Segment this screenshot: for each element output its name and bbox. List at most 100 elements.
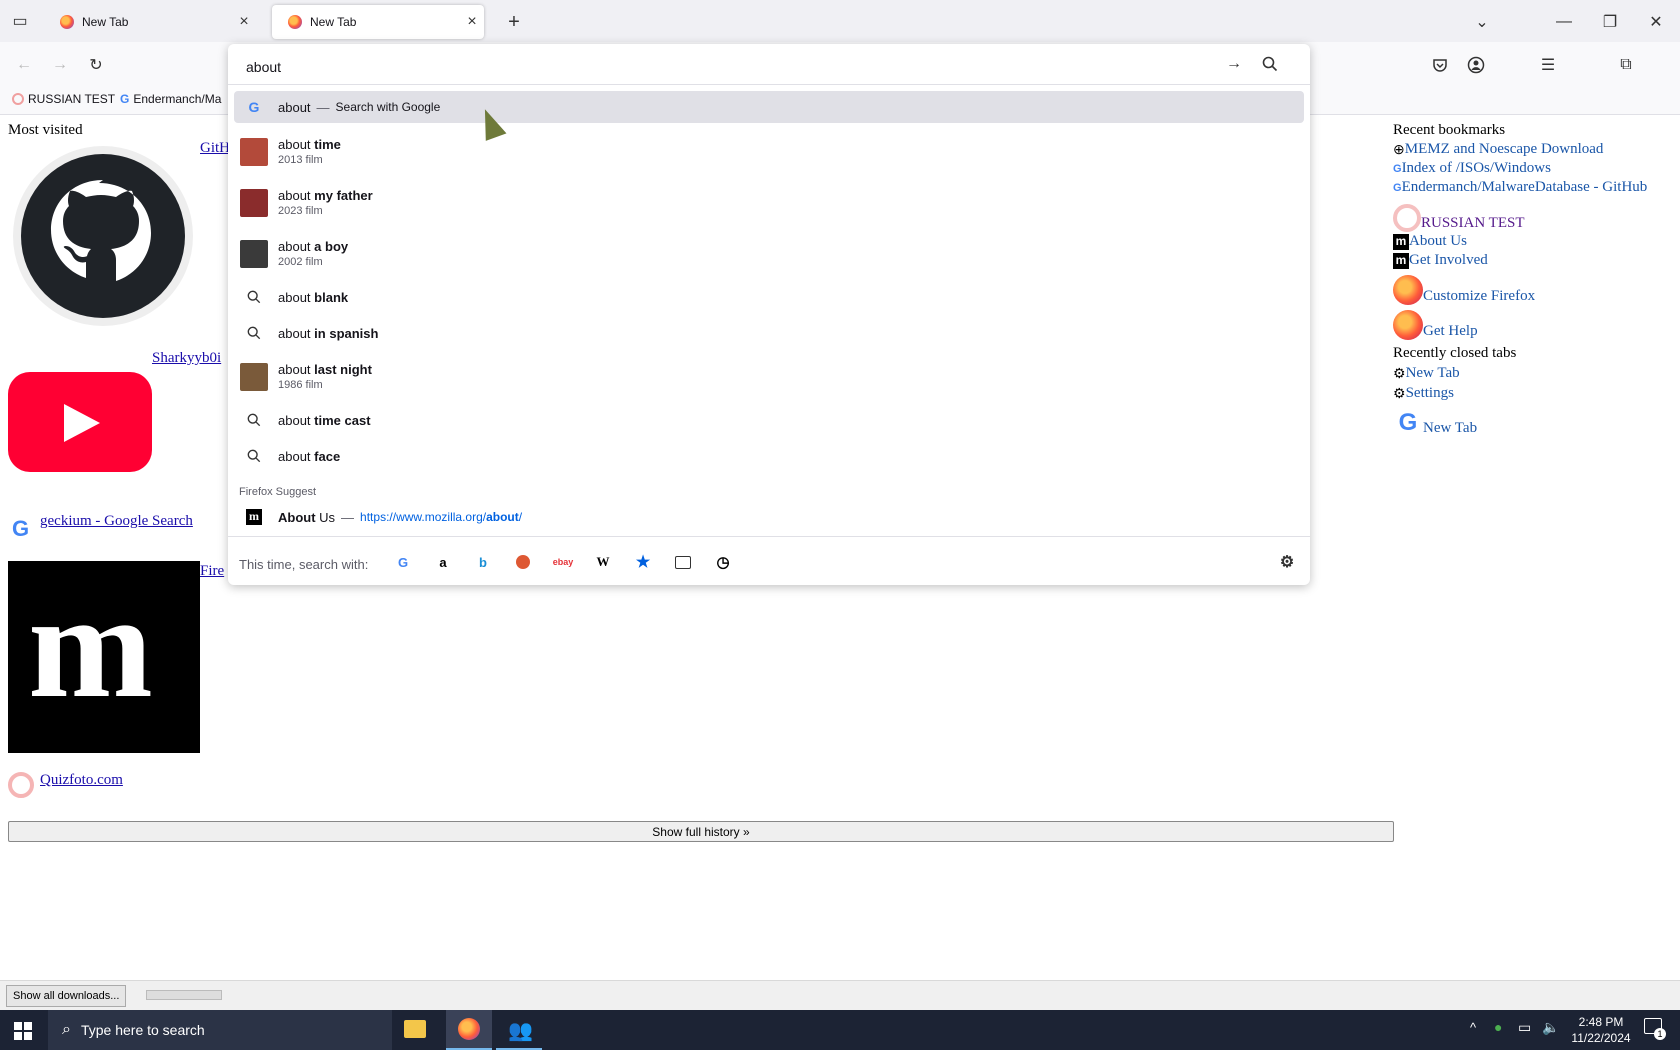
downloads-bar: Show all downloads... [0,980,1680,1011]
network-icon[interactable]: ▭ [1518,1019,1531,1036]
tab-new-tab-2[interactable]: New Tab × [272,5,484,39]
search-icon[interactable] [1254,48,1286,80]
google-icon[interactable]: G [390,549,416,575]
suggestion-row[interactable]: about my father 2023 film [234,177,1304,228]
account-icon[interactable] [1460,49,1492,81]
volume-icon[interactable]: 🔈 [1542,1019,1559,1036]
windows-start-icon[interactable] [14,1022,32,1045]
suggestion-thumbnail [240,188,268,217]
tab-strip: ▭ New Tab × New Tab × + ⌄ — ❐ ✕ [0,0,1680,42]
recently-closed-item[interactable]: ⚙ New Tab [1393,363,1680,383]
amazon-icon[interactable]: a [430,549,456,575]
recently-closed-heading: Recently closed tabs [1393,345,1517,361]
recent-bookmark-item[interactable]: m Get Involved [1393,251,1680,270]
tile-link-sharkyyb0i[interactable]: Sharkyyb0i [152,350,221,367]
suggestion-row[interactable]: about in spanish [234,315,1304,351]
history-clock-icon[interactable]: ◷ [710,549,736,575]
suggestion-row[interactable]: about last night 1986 film [234,351,1304,402]
github-tile-image[interactable] [12,145,194,327]
recently-closed-item[interactable]: G New Tab [1393,403,1680,437]
search-settings-gear-icon[interactable]: ⚙ [1274,549,1300,575]
suggestion-row[interactable]: about time cast [234,402,1304,438]
youtube-tile-image[interactable] [8,372,152,472]
ebay-icon[interactable]: ebay [550,549,576,575]
recent-bookmark-item[interactable]: Get Help [1393,305,1680,340]
action-center-icon[interactable]: 1 [1644,1018,1666,1040]
recent-bookmark-item[interactable]: ⊕ MEMZ and Noescape Download [1393,140,1680,159]
suggestion-about-us[interactable]: m About Us — https://www.mozilla.org/abo… [234,500,1304,534]
recently-closed-link[interactable]: Settings [1406,385,1454,402]
tile-link-quizfoto[interactable]: Quizfoto.com [40,772,123,789]
tray-app-icon[interactable]: ● [1494,1019,1502,1035]
recent-bookmark-item[interactable]: m About Us [1393,232,1680,251]
suggestion-search-with-google[interactable]: G about — Search with Google [234,91,1304,123]
suggestion-title-bold: About [278,509,316,525]
url-input[interactable] [244,54,1148,80]
recent-bookmark-item[interactable]: G Index of /ISOs/Windows [1393,159,1680,178]
tabs-icon[interactable] [670,549,696,575]
tab-overview-icon[interactable]: ▭ [4,5,36,37]
recently-closed-item[interactable]: ⚙ Settings [1393,383,1680,403]
reload-icon[interactable]: ↻ [80,49,112,81]
app-menu-icon[interactable]: ☰ [1532,49,1564,81]
taskbar-app-button[interactable]: 👥 [496,1010,542,1050]
minimize-button[interactable]: — [1548,6,1580,38]
tab-close-icon[interactable]: × [460,13,484,31]
recent-bookmark-link[interactable]: RUSSIAN TEST [1421,215,1525,232]
go-arrow-icon[interactable]: → [1218,48,1250,80]
taskbar-search-box[interactable]: ⌕ Type here to search [48,1010,392,1050]
back-arrow-icon[interactable]: ← [8,49,40,81]
show-all-downloads-button[interactable]: Show all downloads... [6,985,127,1007]
recent-bookmark-item[interactable]: Customize Firefox [1393,270,1680,305]
wikipedia-icon[interactable]: W [590,549,616,575]
urlbar-popup: → G about — Search with Google about tim… [228,44,1310,585]
suggestion-row[interactable]: about time 2013 film [234,126,1304,177]
downloads-scrollbar[interactable] [146,990,222,1000]
suggestion-row[interactable]: about blank [234,279,1304,315]
tile-link-github[interactable]: GitH [200,140,230,157]
recent-bookmark-link[interactable]: Customize Firefox [1423,288,1535,305]
recent-bookmark-link[interactable]: About Us [1409,233,1467,250]
taskbar-firefox-button[interactable] [446,1010,492,1050]
google-icon: G [1393,181,1402,194]
suggestion-row[interactable]: about face [234,438,1304,474]
bing-icon[interactable]: b [470,549,496,575]
recent-bookmark-item[interactable]: G Endermanch/MalwareDatabase - GitHub [1393,178,1680,197]
recent-bookmark-link[interactable]: Index of /ISOs/Windows [1402,160,1551,177]
suggestion-prefix: about [278,412,311,428]
list-all-tabs-chevron-icon[interactable]: ⌄ [1466,6,1498,38]
close-window-button[interactable]: ✕ [1640,6,1672,38]
bookmark-endermanch[interactable]: G Endermanch/Ma [120,92,221,106]
tile-link-geckium-google-search[interactable]: geckium - Google Search [40,513,193,530]
tab-new-tab-1[interactable]: New Tab × [44,5,256,39]
show-full-history-button[interactable]: Show full history » [8,821,1394,842]
suggestion-subtitle: 1986 film [278,379,323,391]
recently-closed-link[interactable]: New Tab [1406,365,1460,382]
suggestion-subtitle: 2023 film [278,205,323,217]
recent-bookmark-link[interactable]: Endermanch/MalwareDatabase - GitHub [1402,179,1648,196]
recent-bookmark-link[interactable]: Get Help [1423,323,1478,340]
tile-link-firefox[interactable]: Fire [200,563,224,580]
clock[interactable]: 2:48 PM 11/22/2024 [1566,1014,1636,1046]
suggestion-text-block: about a boy 2002 film [278,239,348,268]
recently-closed-link[interactable]: New Tab [1423,420,1477,437]
separator-dash: — [341,509,355,525]
bookmarks-star-icon[interactable]: ★ [630,549,656,575]
divider [228,536,1310,537]
bookmark-russian-test[interactable]: RUSSIAN TEST [12,92,115,106]
extensions-icon[interactable]: ⧉ [1610,49,1642,81]
show-hidden-icons-chevron[interactable]: ^ [1470,1020,1476,1035]
mozilla-tile-image[interactable]: m [8,561,200,753]
recent-bookmark-link[interactable]: MEMZ and Noescape Download [1405,141,1604,158]
recent-bookmark-item[interactable]: RUSSIAN TEST [1393,197,1680,232]
duckduckgo-icon[interactable] [510,549,536,575]
pocket-icon[interactable] [1424,49,1456,81]
suggestion-row[interactable]: about a boy 2002 film [234,228,1304,279]
restore-button[interactable]: ❐ [1594,6,1626,38]
github-icon [13,146,193,326]
forward-arrow-icon[interactable]: → [44,49,76,81]
recent-bookmark-link[interactable]: Get Involved [1409,252,1488,269]
file-explorer-icon[interactable] [404,1020,426,1038]
tab-close-icon[interactable]: × [232,13,256,31]
new-tab-button[interactable]: + [498,6,530,38]
